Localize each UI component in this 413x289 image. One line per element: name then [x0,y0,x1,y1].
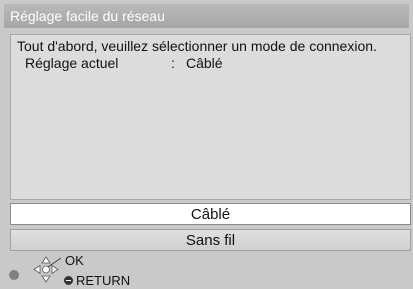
option-wired-button[interactable]: Câblé [10,203,411,225]
option-wireless-button[interactable]: Sans fil [10,229,411,251]
message-panel: Tout d'abord, veuillez sélectionner un m… [10,34,411,200]
ok-label: OK [65,253,84,268]
current-setting-value: Câblé [186,55,223,71]
current-setting-separator: : [171,55,175,71]
dpad-icon [33,256,61,283]
dialog-title: Réglage facile du réseau [4,4,409,28]
return-label: RETURN [76,273,131,288]
return-icon [64,276,73,285]
current-setting-label: Réglage actuel [25,55,119,71]
dialog-title-text: Réglage facile du réseau [10,8,165,24]
instruction-text: Tout d'abord, veuillez sélectionner un m… [17,38,377,54]
footer-help: OK RETURN [0,252,413,289]
indicator-dot-icon [9,270,19,280]
